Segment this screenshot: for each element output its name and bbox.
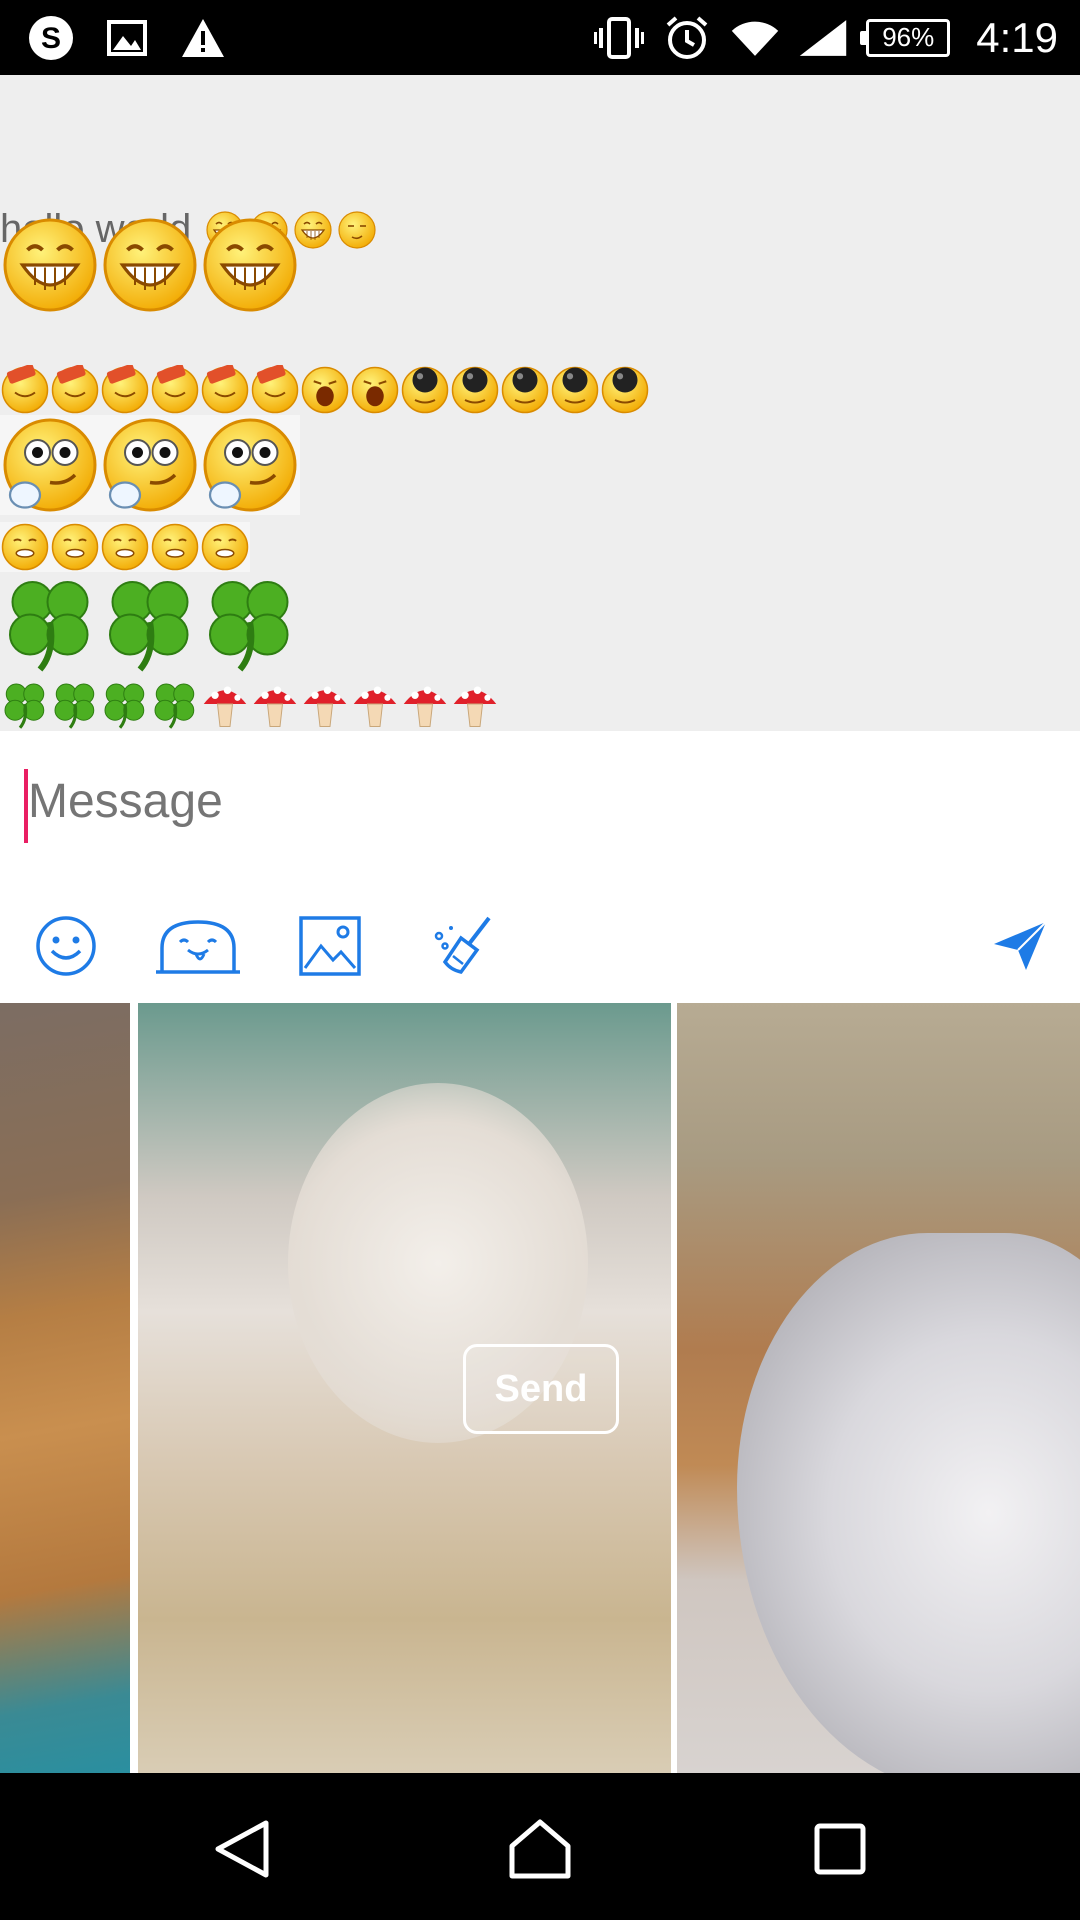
smile-row [0, 522, 250, 572]
content-emoji [150, 522, 200, 572]
mushroom-emoji [450, 679, 500, 729]
content-emoji [0, 522, 50, 572]
mushroom-emoji [200, 679, 250, 729]
broom-icon[interactable] [418, 901, 508, 991]
navigation-bar [0, 1773, 1080, 1920]
big-clover-row [0, 572, 300, 672]
compose-panel [0, 731, 1080, 1003]
status-bar: S 96% 4:19 [0, 0, 1080, 75]
signal-icon [798, 13, 848, 63]
gallery-photo[interactable] [0, 1003, 130, 1773]
vibrate-icon [594, 13, 645, 63]
clover-emoji [100, 679, 150, 729]
clock: 4:19 [976, 13, 1058, 61]
chat-area[interactable]: hello world [0, 75, 1080, 731]
big-grin-row [0, 215, 300, 315]
image-icon [102, 13, 152, 63]
hammer-emoji [0, 365, 50, 415]
grin-emoji [0, 215, 100, 315]
gallery-icon[interactable] [285, 901, 375, 991]
shy-emoji [200, 415, 300, 515]
recents-icon[interactable] [800, 1809, 880, 1889]
send-photo-button[interactable]: Send [463, 1344, 619, 1434]
bomb-emoji [500, 365, 550, 415]
grin-emoji [200, 215, 300, 315]
bomb-emoji [550, 365, 600, 415]
battery-indicator: 96% [860, 18, 951, 57]
clover-mushroom-row [0, 679, 500, 729]
photo-gallery[interactable]: Send [0, 1003, 1080, 1773]
clover-emoji [0, 679, 50, 729]
sleepy-emoji [337, 210, 377, 250]
shy-emoji [100, 415, 200, 515]
grin-emoji [100, 215, 200, 315]
hammer-emoji [250, 365, 300, 415]
sticker-icon[interactable] [153, 901, 243, 991]
clover-emoji [200, 572, 300, 672]
mushroom-emoji [350, 679, 400, 729]
hammer-emoji [100, 365, 150, 415]
bomb-emoji [600, 365, 650, 415]
shy-row [0, 415, 300, 515]
home-icon[interactable] [500, 1809, 580, 1889]
clover-emoji [0, 572, 100, 672]
mushroom-emoji [250, 679, 300, 729]
clover-emoji [150, 679, 200, 729]
gallery-photo-selected[interactable]: Send [138, 1003, 671, 1773]
svg-text:S: S [41, 22, 61, 55]
yawn-emoji [300, 365, 350, 415]
mixed-row [0, 365, 650, 415]
gallery-photo[interactable] [677, 1003, 1080, 1773]
bomb-emoji [450, 365, 500, 415]
clover-emoji [100, 572, 200, 672]
cat-photo-subject [737, 1233, 1080, 1773]
hammer-emoji [50, 365, 100, 415]
content-emoji [100, 522, 150, 572]
back-icon[interactable] [202, 1809, 282, 1889]
yawn-emoji [350, 365, 400, 415]
skype-icon: S [26, 13, 76, 63]
compose-toolbar [0, 901, 1080, 1001]
battery-level: 96% [882, 22, 935, 52]
warning-icon [178, 13, 228, 63]
mushroom-emoji [400, 679, 450, 729]
content-emoji [200, 522, 250, 572]
clover-emoji [50, 679, 100, 729]
smiley-icon[interactable] [21, 901, 111, 991]
mushroom-emoji [300, 679, 350, 729]
hammer-emoji [150, 365, 200, 415]
shy-emoji [0, 415, 100, 515]
wifi-icon [730, 13, 780, 63]
send-arrow-icon[interactable] [975, 901, 1065, 991]
content-emoji [50, 522, 100, 572]
hammer-emoji [200, 365, 250, 415]
message-input[interactable] [24, 771, 928, 831]
bomb-emoji [400, 365, 450, 415]
alarm-icon [662, 13, 712, 63]
